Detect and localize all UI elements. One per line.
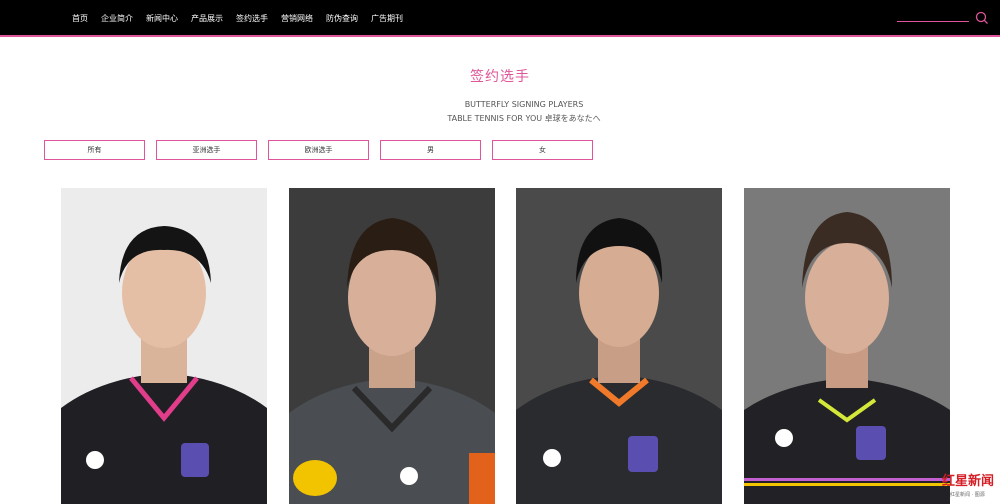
watermark-caption: 红星新闻 · 图源 [950, 492, 985, 498]
watermark-logo-text: 红星新闻 [942, 474, 995, 489]
player-card[interactable] [61, 188, 267, 504]
player-photo-3 [516, 188, 722, 504]
search-input[interactable] [897, 21, 969, 22]
filter-european-button[interactable]: 欧洲选手 [268, 140, 369, 160]
nav-item-marketing[interactable]: 营销网络 [281, 13, 313, 24]
page-title: 签约选手 [470, 69, 530, 85]
filter-all-button[interactable]: 所有 [44, 140, 145, 160]
player-photo-4 [744, 188, 950, 504]
player-card[interactable] [744, 188, 950, 504]
nav-item-news[interactable]: 新闻中心 [146, 13, 178, 24]
page-subtitle-slogan: TABLE TENNIS FOR YOU 卓球をあなたへ [447, 114, 601, 123]
nav-item-players[interactable]: 签约选手 [236, 13, 268, 24]
nav-item-company[interactable]: 企业简介 [101, 13, 133, 24]
filter-female-button[interactable]: 女 [492, 140, 593, 160]
nav-item-home[interactable]: 首页 [72, 13, 88, 24]
filter-male-button[interactable]: 男 [380, 140, 481, 160]
nav-item-products[interactable]: 产品展示 [191, 13, 223, 24]
player-card[interactable] [289, 188, 495, 504]
news-watermark: 红星新闻 红星新闻 · 图源 [928, 470, 1000, 500]
player-photo-2 [289, 188, 495, 504]
filter-asian-button[interactable]: 亚洲选手 [156, 140, 257, 160]
top-navigation-bar: 首页 企业简介 新闻中心 产品展示 签约选手 营销网络 防伪查询 广告期刊 [0, 0, 1000, 37]
player-card[interactable] [516, 188, 722, 504]
search-icon[interactable] [975, 11, 989, 25]
player-photo-1 [61, 188, 267, 504]
nav-item-anti-counterfeit[interactable]: 防伪查询 [326, 13, 358, 24]
page-subtitle-en: BUTTERFLY SIGNING PLAYERS [464, 100, 584, 109]
nav-item-ads[interactable]: 广告期刊 [371, 13, 403, 24]
main-nav: 首页 企业简介 新闻中心 产品展示 签约选手 营销网络 防伪查询 广告期刊 [72, 0, 416, 37]
